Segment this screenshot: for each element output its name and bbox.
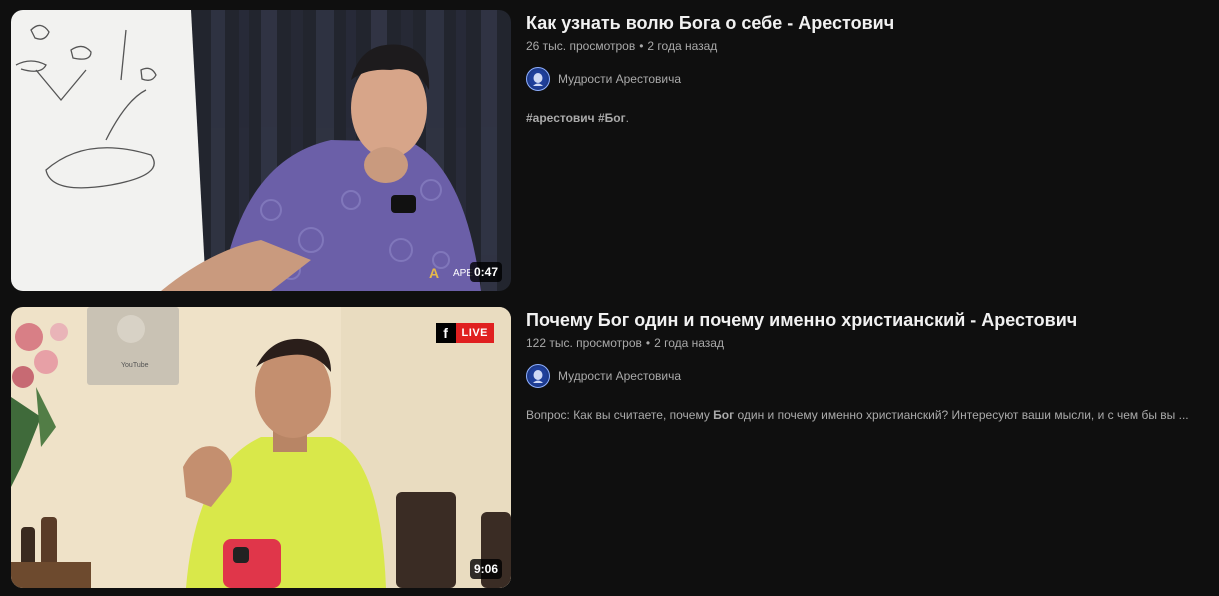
live-label: LIVE — [455, 323, 494, 343]
video-title[interactable]: Почему Бог один и почему именно христиан… — [526, 307, 1216, 333]
video-description: #арестович #Бог. — [526, 109, 1216, 127]
upload-age: 2 года назад — [647, 39, 718, 53]
video-result-2: YouTube f LIVE 9:06 Почему Бог один и по… — [11, 307, 1211, 588]
video-thumbnail-1[interactable]: A АРЕ 0:47 — [11, 10, 511, 291]
thumbnail-image-1: A АРЕ — [11, 10, 511, 291]
hashtag-link[interactable]: #Бог — [598, 111, 626, 125]
channel-avatar[interactable] — [526, 364, 550, 388]
view-count: 122 тыс. просмотров — [526, 336, 642, 350]
channel-link[interactable]: Мудрости Арестовича — [526, 364, 1216, 388]
description-text: Вопрос: Как вы считаете, почему — [526, 408, 714, 422]
channel-name[interactable]: Мудрости Арестовича — [558, 369, 681, 383]
channel-avatar-icon — [529, 367, 547, 385]
plaque-text: YouTube — [121, 362, 149, 369]
channel-name[interactable]: Мудрости Арестовича — [558, 72, 681, 86]
duration-badge: 0:47 — [469, 262, 502, 282]
channel-watermark: A — [429, 265, 439, 281]
channel-link[interactable]: Мудрости Арестовича — [526, 67, 1216, 91]
description-highlight: Бог — [713, 408, 735, 422]
facebook-icon: f — [435, 323, 456, 343]
search-results: A АРЕ 0:47 Как узнать волю Бога о себе -… — [0, 0, 1219, 596]
red-phone — [223, 539, 281, 588]
video-title[interactable]: Как узнать волю Бога о себе - Арестович — [526, 10, 1216, 36]
description-text: один и почему именно христианский? Интер… — [734, 408, 1189, 422]
video-info-1: Как узнать волю Бога о себе - Арестович … — [526, 10, 1216, 127]
facebook-live-badge: f LIVE — [435, 323, 494, 343]
upload-age: 2 года назад — [654, 336, 724, 350]
channel-avatar[interactable] — [526, 67, 550, 91]
hashtag-link[interactable]: #арестович — [526, 111, 595, 125]
meta-separator: • — [645, 336, 651, 350]
video-description: Вопрос: Как вы считаете, почему Бог один… — [526, 406, 1216, 424]
channel-avatar-icon — [529, 70, 547, 88]
thumbnail-image-2: YouTube — [11, 307, 511, 588]
view-count: 26 тыс. просмотров — [526, 39, 636, 53]
video-metadata: 26 тыс. просмотров • 2 года назад — [526, 37, 1216, 55]
meta-separator: • — [639, 39, 644, 53]
description-period: . — [625, 111, 629, 125]
video-info-2: Почему Бог один и почему именно христиан… — [526, 307, 1216, 424]
duration-badge: 9:06 — [469, 559, 502, 579]
video-metadata: 122 тыс. просмотров • 2 года назад — [526, 334, 1216, 352]
video-result-1: A АРЕ 0:47 Как узнать волю Бога о себе -… — [11, 10, 1211, 291]
video-thumbnail-2[interactable]: YouTube f LIVE 9:06 — [11, 307, 511, 588]
